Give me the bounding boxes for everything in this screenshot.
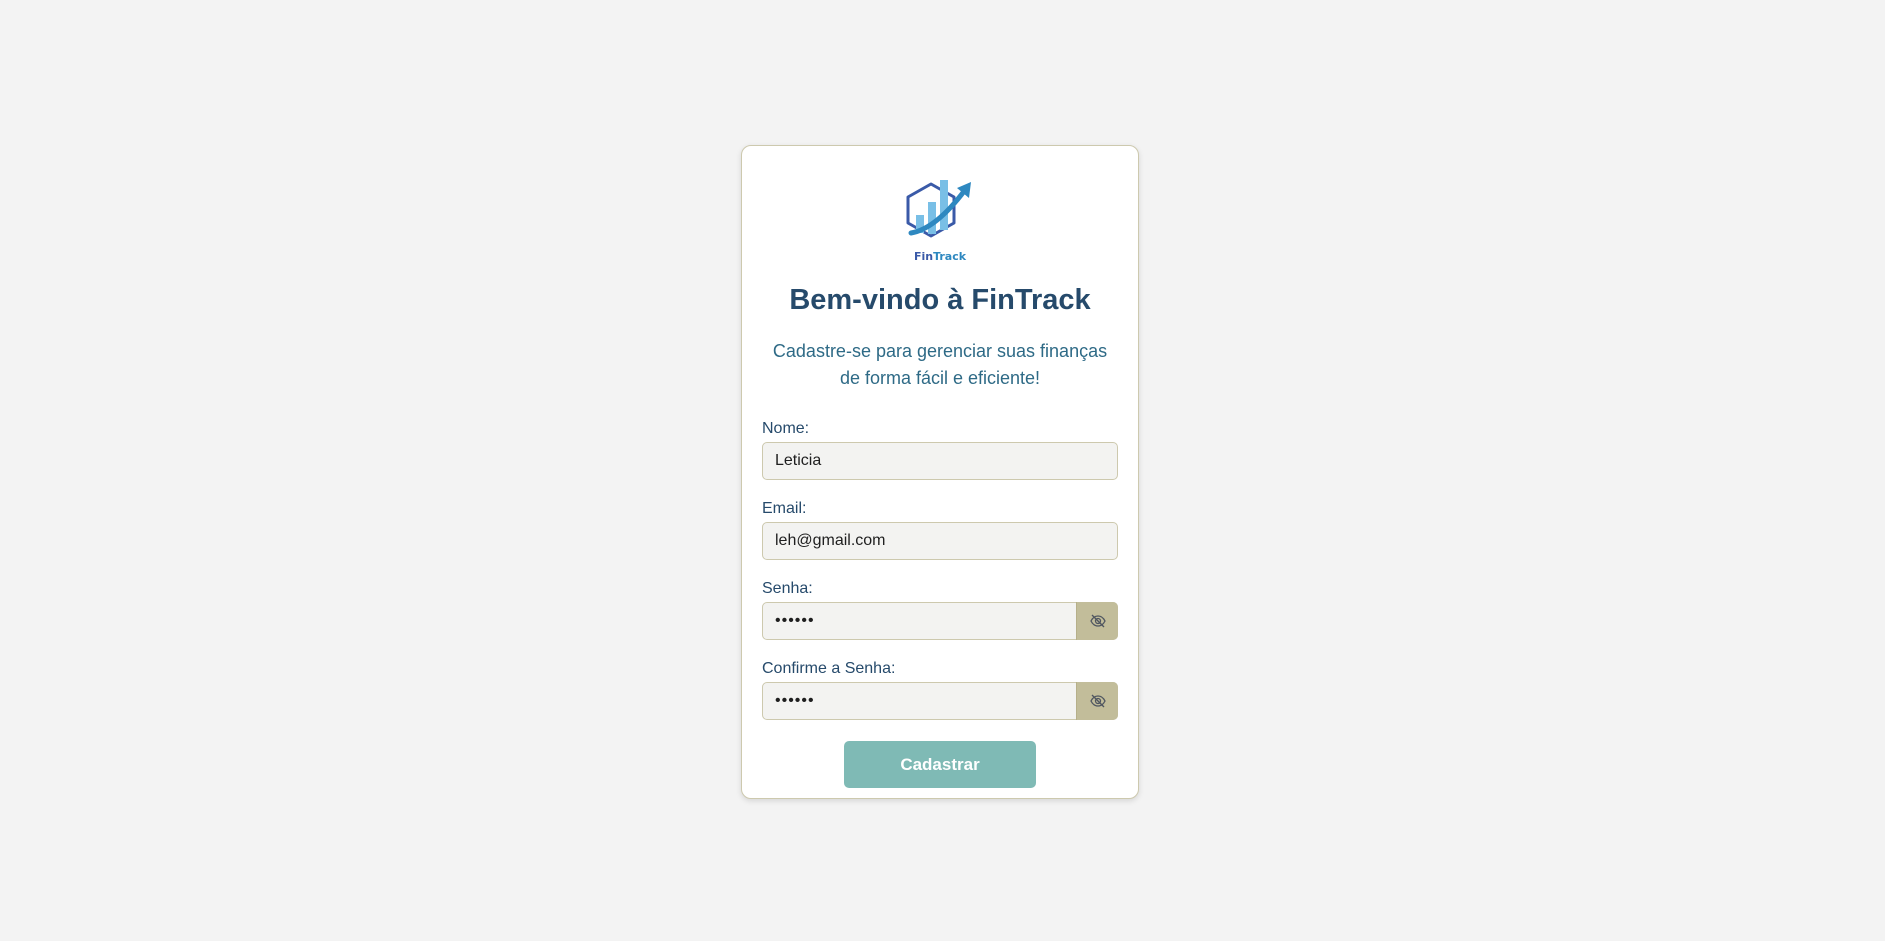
signup-card: FinTrack Bem-vindo à FinTrack Cadastre-s… — [741, 145, 1139, 799]
email-label: Email: — [762, 500, 807, 517]
svg-text:FinTrack: FinTrack — [914, 250, 967, 263]
password-label: Senha: — [762, 580, 813, 597]
email-input[interactable] — [762, 522, 1118, 560]
email-field-group: Email: — [762, 499, 1118, 560]
confirm-password-field-group: Confirme a Senha: — [762, 659, 1118, 720]
page-title: Bem-vindo à FinTrack — [789, 284, 1091, 316]
name-field-group: Nome: — [762, 419, 1118, 480]
password-input[interactable] — [762, 602, 1118, 640]
cadastrar-button[interactable]: Cadastrar — [844, 741, 1036, 788]
eye-slash-icon — [1089, 694, 1106, 708]
toggle-confirm-password-visibility-button[interactable] — [1076, 682, 1118, 720]
password-field-group: Senha: — [762, 579, 1118, 640]
signup-form: Nome: Email: Senha: — [762, 419, 1118, 788]
eye-slash-icon — [1089, 614, 1106, 628]
toggle-password-visibility-button[interactable] — [1076, 602, 1118, 640]
page-subtitle: Cadastre-se para gerenciar suas finanças… — [772, 341, 1108, 388]
name-label: Nome: — [762, 420, 810, 437]
confirm-password-label: Confirme a Senha: — [762, 660, 896, 677]
confirm-password-input[interactable] — [762, 682, 1118, 720]
fintrack-logo: FinTrack — [906, 180, 971, 263]
name-input[interactable] — [762, 442, 1118, 480]
